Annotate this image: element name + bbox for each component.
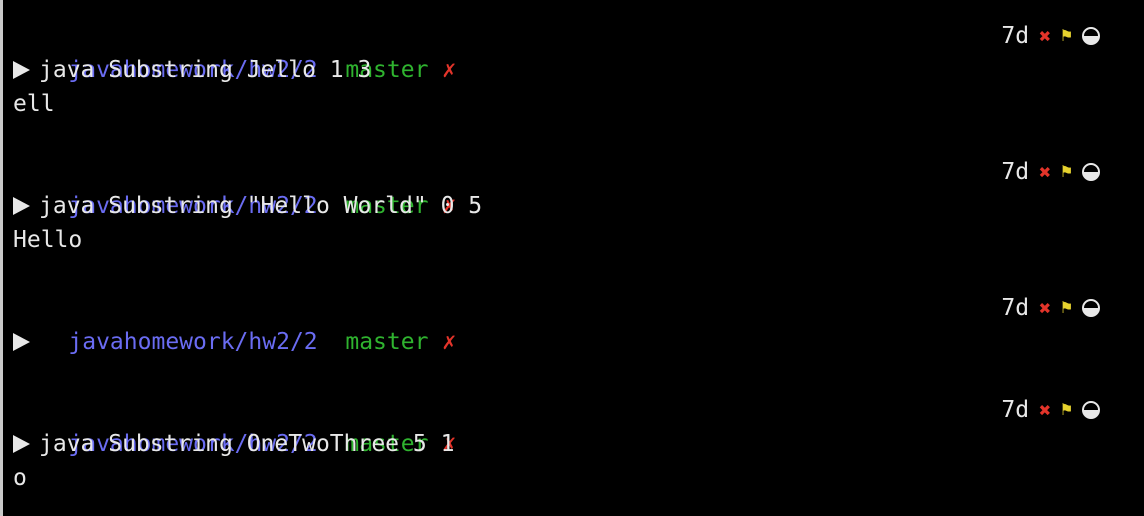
flag-icon: ⚑ (1061, 25, 1072, 46)
terminal-window[interactable]: javahomework/hw2/2 master ✗ 7d ✖ ⚑ java … (0, 0, 1144, 516)
prompt-arrow-icon (13, 435, 30, 453)
x-icon: ✖ (1039, 160, 1052, 184)
commit-age: 7d (1001, 397, 1030, 423)
prompt-arrow-icon (13, 197, 30, 215)
commit-age: 7d (1001, 23, 1030, 49)
command-line[interactable] (13, 325, 1144, 359)
right-status: 7d ✖ ⚑ (1001, 393, 1100, 427)
right-status: 7d ✖ ⚑ (1001, 291, 1100, 325)
half-circle-icon (1082, 299, 1100, 317)
command-line: java Substring OneTwoThree 5 1 (13, 427, 1144, 461)
half-circle-icon (1082, 401, 1100, 419)
command-line: java Substring Jello 1 3 (13, 53, 1144, 87)
flag-icon: ⚑ (1061, 399, 1072, 420)
prompt-line: javahomework/hw2/2 master ✗ 7d ✖ ⚑ (13, 155, 1144, 219)
half-circle-icon (1082, 27, 1100, 45)
x-icon: ✖ (1039, 296, 1052, 320)
prompt-line: javahomework/hw2/2 master ✗ 7d ✖ ⚑ (13, 19, 1144, 83)
half-circle-icon (1082, 163, 1100, 181)
commit-age: 7d (1001, 159, 1030, 185)
right-status: 7d ✖ ⚑ (1001, 155, 1100, 189)
command-text: java Substring Jello 1 3 (39, 57, 372, 83)
flag-icon: ⚑ (1061, 297, 1072, 318)
right-status: 7d ✖ ⚑ (1001, 19, 1100, 53)
command-text: java Substring OneTwoThree 5 1 (39, 431, 455, 457)
prompt-arrow-icon (13, 333, 30, 351)
prompt-line: javahomework/hw2/2 master ✗ 7d ✖ ⚑ (13, 393, 1144, 457)
prompt-arrow-icon (13, 61, 30, 79)
command-text: java Substring "Hello World" 0 5 (39, 193, 483, 219)
x-icon: ✖ (1039, 398, 1052, 422)
commit-age: 7d (1001, 295, 1030, 321)
command-output: ell (13, 91, 55, 117)
command-output: Hello (13, 227, 83, 253)
x-icon: ✖ (1039, 24, 1052, 48)
flag-icon: ⚑ (1061, 161, 1072, 182)
prompt-line: javahomework/hw2/2 master ✗ 7d ✖ ⚑ (13, 291, 1144, 355)
window-left-edge (0, 0, 3, 516)
command-line: java Substring "Hello World" 0 5 (13, 189, 1144, 223)
command-output: o (13, 465, 27, 491)
